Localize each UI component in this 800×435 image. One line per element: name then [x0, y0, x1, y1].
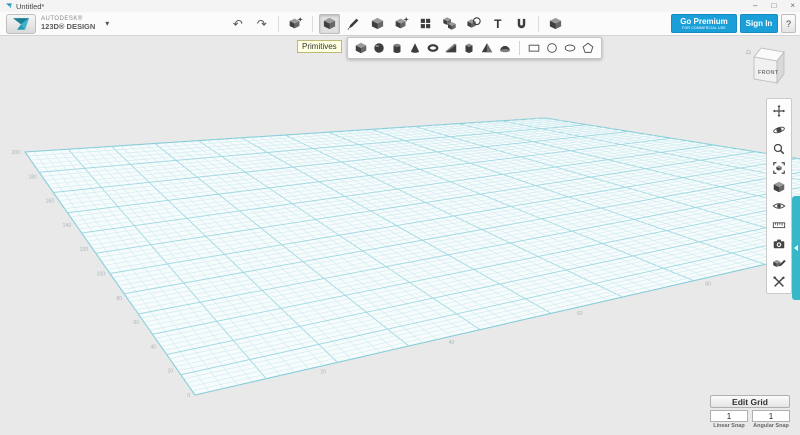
angular-snap-label: Angular Snap: [752, 423, 790, 429]
construct-tool-button[interactable]: [367, 14, 388, 34]
grid-axis-label: 0: [187, 393, 190, 399]
grid-axis-label: 160: [46, 199, 55, 205]
sketch-tool-button[interactable]: [343, 14, 364, 34]
pattern-tool-button[interactable]: [415, 14, 436, 34]
parts-panel-handle[interactable]: [792, 196, 800, 300]
wedge-primitive-button[interactable]: [443, 40, 459, 56]
box-primitive-button[interactable]: [353, 40, 369, 56]
grid-axis-label: 80: [705, 281, 711, 287]
grid-axis-label: 20: [320, 370, 326, 376]
ellipse-sketch-button[interactable]: [562, 40, 578, 56]
app-menu-chevron-down-icon[interactable]: ▾: [105, 19, 109, 28]
maximize-button[interactable]: □: [771, 0, 776, 12]
snapshot-button[interactable]: [771, 236, 787, 251]
primitives-panel: [347, 37, 602, 59]
grid-axis-label: 80: [116, 296, 122, 302]
redo-button[interactable]: ↷: [251, 14, 272, 34]
grid-axis-label: 40: [150, 344, 156, 350]
grid-plane: 20018016014012010080604020020406080100: [0, 35, 800, 435]
close-button[interactable]: ×: [790, 0, 795, 12]
grid-axis-label: 60: [577, 311, 583, 317]
hemisphere-primitive-button[interactable]: [497, 40, 513, 56]
main-toolbar: AUTODESK® 123D® DESIGN ▾ ↶ ↷: [0, 12, 800, 36]
view-cube-front-label: FRONT: [758, 70, 779, 76]
circle-sketch-button[interactable]: [544, 40, 560, 56]
grid-axis-label: 100: [97, 272, 106, 278]
cone-primitive-button[interactable]: [407, 40, 423, 56]
go-premium-button[interactable]: Go Premium FOR COMMERCIAL USE: [671, 14, 737, 33]
linear-snap-input[interactable]: [710, 410, 748, 422]
primitives-tooltip: Primitives: [297, 40, 342, 53]
viewport-canvas[interactable]: 20018016014012010080604020020406080100: [0, 35, 800, 435]
snap-tool-button[interactable]: [511, 14, 532, 34]
torus-primitive-button[interactable]: [425, 40, 441, 56]
show-hide-button[interactable]: [771, 198, 787, 213]
display-style-button[interactable]: [771, 179, 787, 194]
modify-tool-button[interactable]: [391, 14, 412, 34]
tool-group: ↶ ↷ T: [227, 14, 566, 34]
sphere-primitive-button[interactable]: [371, 40, 387, 56]
minimize-button[interactable]: –: [753, 0, 757, 12]
grid-axis-label: 40: [449, 340, 455, 346]
primitives-tool-button[interactable]: [319, 14, 340, 34]
pyramid-primitive-button[interactable]: [479, 40, 495, 56]
go-premium-sublabel: FOR COMMERCIAL USE: [682, 26, 726, 30]
linear-snap-label: Linear Snap: [710, 423, 748, 429]
transform-tool-button[interactable]: [285, 14, 306, 34]
angular-snap-input[interactable]: [752, 410, 790, 422]
sign-in-button[interactable]: Sign In: [740, 14, 778, 33]
flyout-separator: [519, 41, 520, 55]
panel-arrow-left-icon: [794, 245, 798, 251]
text-tool-button[interactable]: T: [487, 14, 508, 34]
app-menu-logo[interactable]: [6, 14, 36, 34]
undo-button[interactable]: ↶: [227, 14, 248, 34]
zoom-fit-button[interactable]: [771, 160, 787, 175]
go-premium-label: Go Premium: [680, 17, 728, 26]
toolbar-separator: [312, 16, 313, 32]
title-bar: Untitled* – □ ×: [0, 0, 800, 12]
grid-axis-label: 120: [80, 247, 89, 253]
orbit-button[interactable]: [771, 122, 787, 137]
edit-grid-button[interactable]: Edit Grid: [710, 395, 790, 408]
view-cube[interactable]: FRONT ⌂: [745, 40, 795, 90]
grouping-tool-button[interactable]: [439, 14, 460, 34]
edit-grid-panel: Edit Grid Linear Snap Angular Snap: [710, 395, 790, 429]
navigation-toolbar: [766, 98, 792, 294]
home-view-icon[interactable]: ⌂: [746, 47, 751, 56]
tools-button[interactable]: [771, 274, 787, 289]
polygon-sketch-button[interactable]: [580, 40, 596, 56]
app-window: Untitled* – □ × AUTODESK® 123D® DESIGN ▾…: [0, 0, 800, 435]
units-button[interactable]: [771, 217, 787, 232]
grid-axis-label: 20: [167, 369, 173, 375]
123d-logo-icon: [12, 16, 30, 31]
grid-axis-label: 180: [29, 174, 38, 180]
primitives-flyout: Primitives: [297, 37, 602, 59]
combine-tool-button[interactable]: [463, 14, 484, 34]
zoom-button[interactable]: [771, 141, 787, 156]
toolbar-separator: [278, 16, 279, 32]
account-area: Go Premium FOR COMMERCIAL USE Sign In ?: [671, 14, 796, 33]
pan-button[interactable]: [771, 103, 787, 118]
rectangle-sketch-button[interactable]: [526, 40, 542, 56]
prism-primitive-button[interactable]: [461, 40, 477, 56]
brand-product: 123D® DESIGN: [41, 23, 95, 31]
app-logo-icon: [5, 2, 13, 10]
grid-axis-label: 140: [63, 223, 72, 229]
edit-annotate-button[interactable]: [771, 255, 787, 270]
window-title: Untitled*: [16, 2, 44, 11]
brand-text: AUTODESK® 123D® DESIGN: [41, 16, 95, 31]
grid-axis-label: 60: [133, 320, 139, 326]
toolbar-separator: [538, 16, 539, 32]
view-tool-button[interactable]: [545, 14, 566, 34]
grid-axis-label: 200: [12, 150, 21, 156]
help-button[interactable]: ?: [781, 14, 796, 33]
cylinder-primitive-button[interactable]: [389, 40, 405, 56]
